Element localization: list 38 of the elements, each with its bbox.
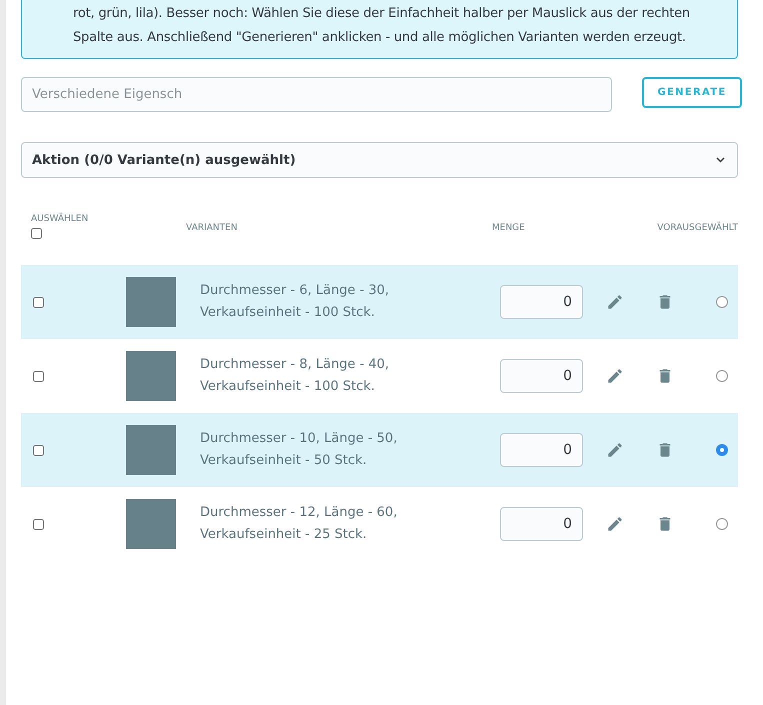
pencil-icon <box>606 293 624 311</box>
column-header: VARIANTEN <box>186 223 238 233</box>
column-header: AUSWÄHLEN <box>31 214 88 224</box>
edit-button[interactable] <box>606 367 624 385</box>
row-checkbox[interactable] <box>33 370 44 382</box>
attribute-input-field[interactable]: Verschiedene Eigensch <box>21 77 612 112</box>
image-placeholder <box>126 425 176 475</box>
preselect-radio[interactable] <box>716 518 728 530</box>
image-placeholder <box>126 351 176 401</box>
alert-text: rot, grün, lila). Besser noch: Wählen Sie diese der Einfachheit halber per Mauslick aus der rechten Spalte aus. Anschließend "Generieren" anklicken - und alle möglichen Varianten werden erzeugt. <box>73 5 691 47</box>
variant-name: Durchmesser - 8, Länge - 40, Verkaufseinheit - 100 Stck. <box>200 356 390 396</box>
pencil-icon <box>606 515 624 533</box>
quantity-input-field[interactable]: 0 <box>500 433 583 467</box>
preselect-radio[interactable] <box>716 370 728 382</box>
dropdown-value: Aktion (0/0 Variante(n) ausgewählt) <box>32 152 296 168</box>
row-checkbox[interactable] <box>33 296 44 308</box>
preselect-radio[interactable] <box>716 296 728 308</box>
pencil-icon <box>606 367 624 385</box>
column-header: VORAUSGEWÄHLT <box>656 223 738 233</box>
image-placeholder <box>126 277 176 327</box>
edit-button[interactable] <box>606 441 624 459</box>
chevron-down-icon <box>716 157 725 163</box>
column-header: MENGE <box>492 223 526 233</box>
variant-name: Durchmesser - 6, Länge - 30, Verkaufseinheit - 100 Stck. <box>200 282 390 322</box>
quantity-input-field[interactable]: 0 <box>500 359 583 393</box>
edit-button[interactable] <box>606 293 624 311</box>
row-checkbox[interactable] <box>33 518 44 530</box>
pencil-icon <box>606 441 624 459</box>
row-checkbox[interactable] <box>33 444 44 456</box>
image-placeholder <box>126 499 176 549</box>
select-all-checkbox[interactable] <box>31 228 42 239</box>
preselect-radio[interactable] <box>716 444 728 456</box>
variant-name: Durchmesser - 10, Länge - 50, Verkaufseinheit - 50 Stck. <box>200 430 398 470</box>
quantity-input-field[interactable]: 0 <box>500 507 583 541</box>
variant-name: Durchmesser - 12, Länge - 60, Verkaufseinheit - 25 Stck. <box>200 504 398 544</box>
edit-button[interactable] <box>606 515 624 533</box>
action-dropdown[interactable]: Aktion (0/0 Variante(n) ausgewählt) <box>21 142 738 178</box>
quantity-input-field[interactable]: 0 <box>500 285 583 319</box>
